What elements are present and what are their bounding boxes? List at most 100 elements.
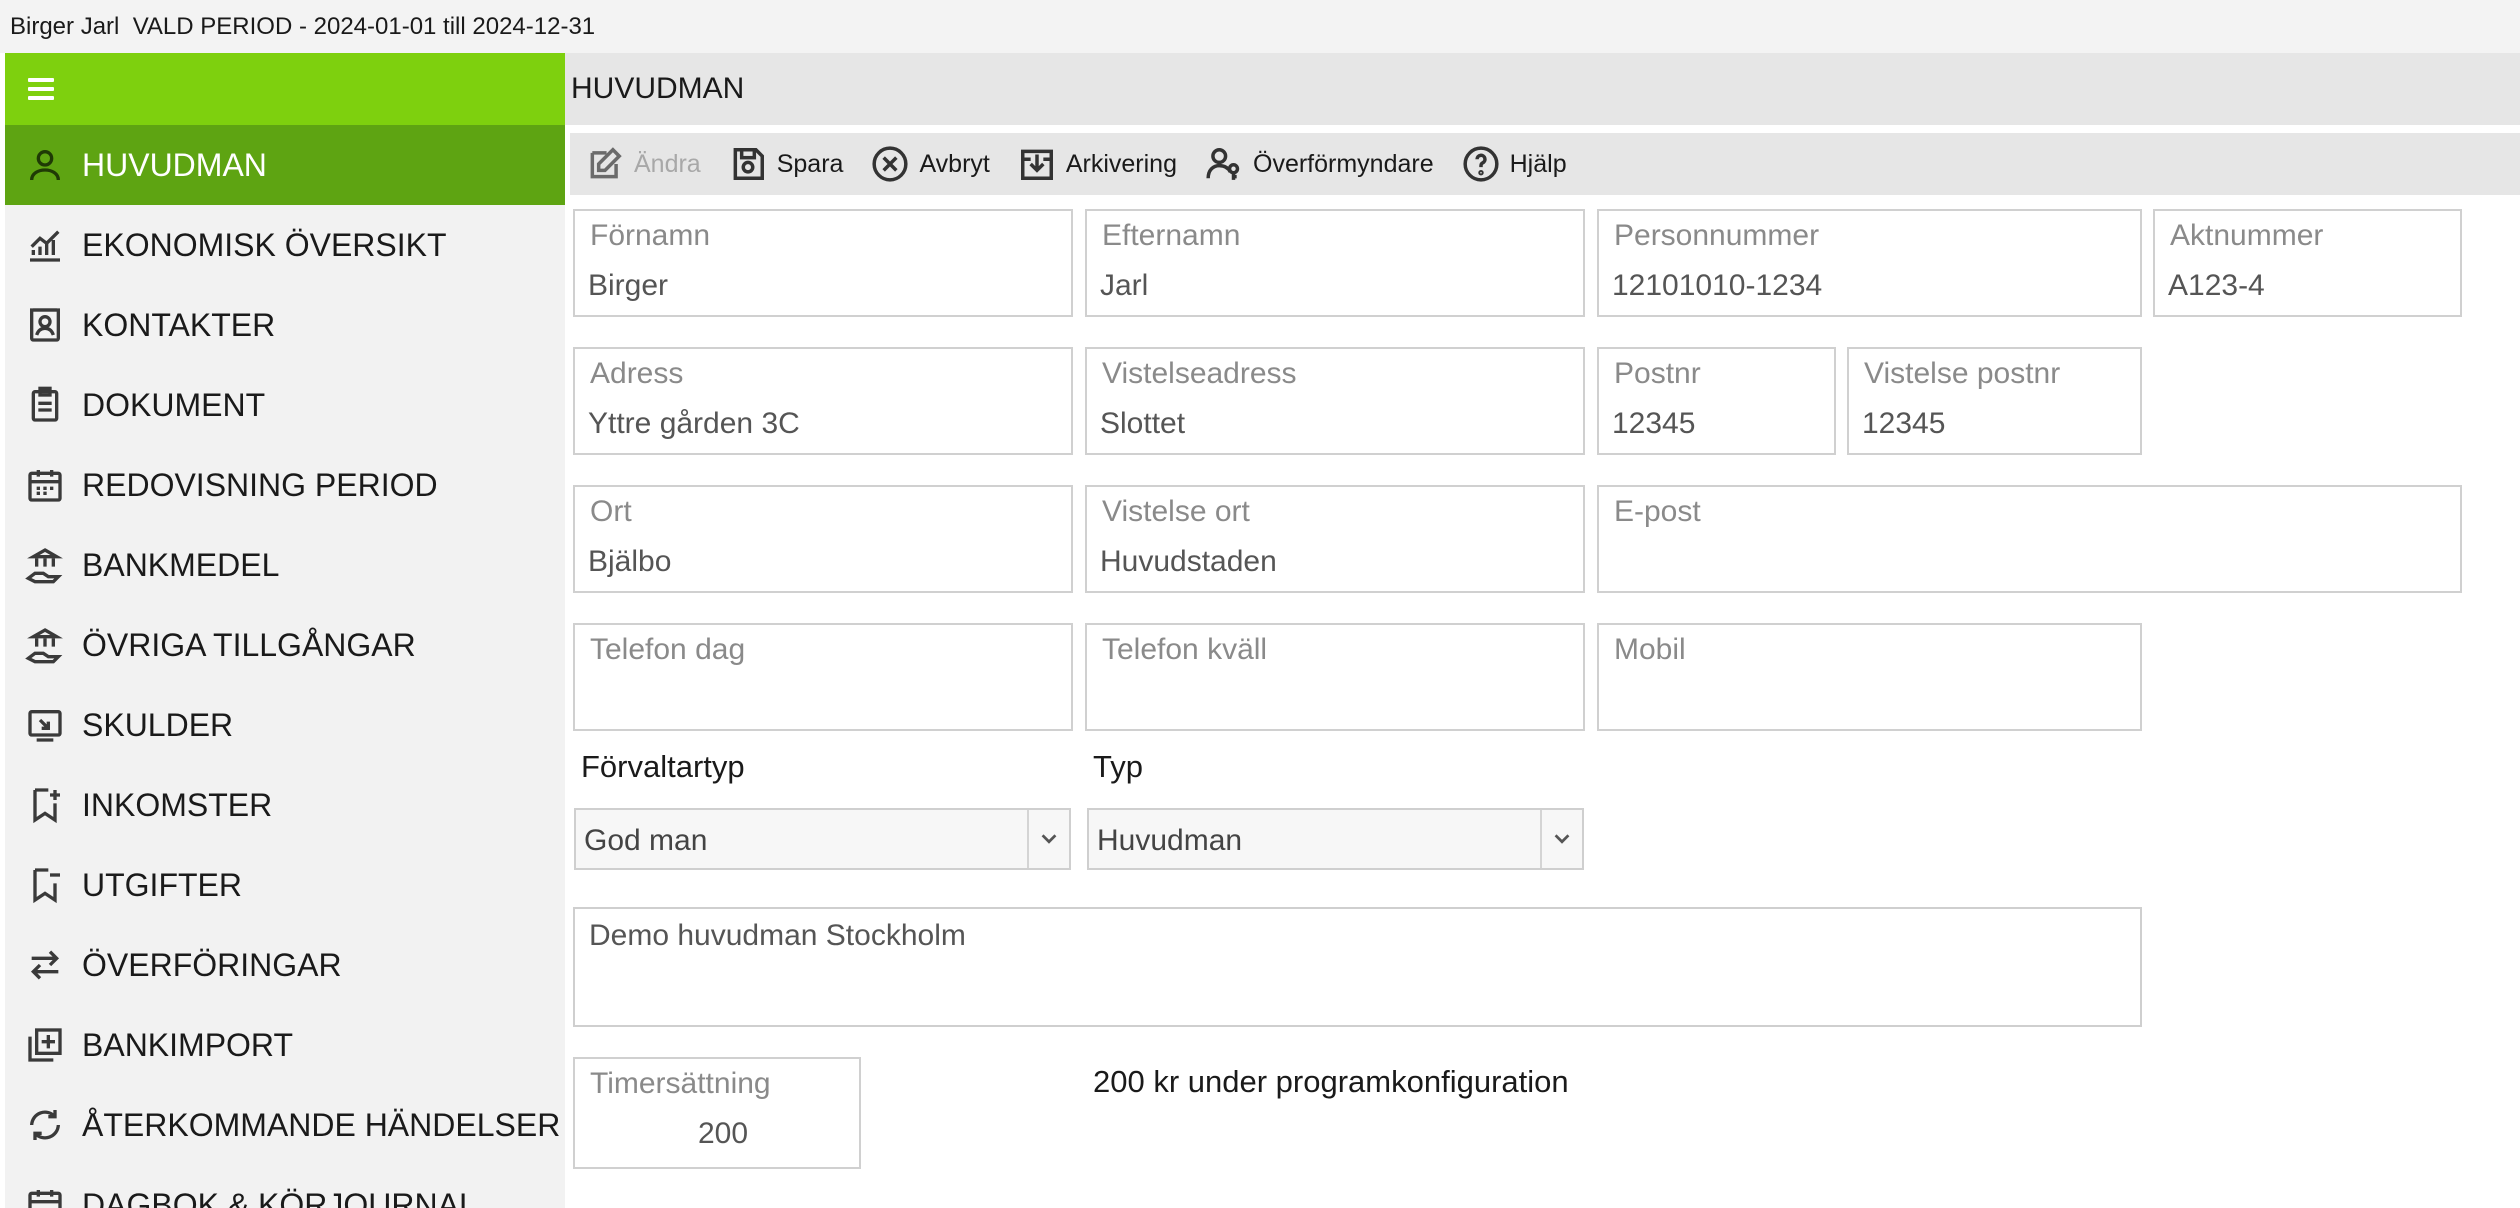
sidebar-item-label: DAGBOK & KÖRJOURNAL: [82, 1186, 477, 1208]
edit-button[interactable]: Ändra: [586, 145, 701, 183]
sidebar-item-skulder[interactable]: SKULDER: [5, 685, 565, 765]
clipboard-icon: [23, 383, 67, 427]
mobil-field[interactable]: Mobil: [1597, 623, 2142, 731]
save-button[interactable]: Spara: [729, 145, 843, 183]
forvaltartyp-label: Förvaltartyp: [581, 749, 745, 784]
archive-label: Arkivering: [1065, 149, 1177, 178]
sidebar-item-label: ÖVERFÖRINGAR: [82, 946, 342, 983]
aktnummer-field[interactable]: Aktnummer A123-4: [2153, 209, 2462, 317]
typ-select[interactable]: Huvudman: [1087, 808, 1584, 870]
sidebar-item-ekonomisk-oversikt[interactable]: EKONOMISK ÖVERSIKT: [5, 205, 565, 285]
contact-card-icon: [23, 303, 67, 347]
assets-hand-icon: [23, 623, 67, 667]
sidebar-item-label: SKULDER: [82, 706, 234, 743]
forvaltartyp-select[interactable]: God man: [574, 808, 1071, 870]
personnummer-value: 12101010-1234: [1612, 269, 1823, 302]
sidebar: HUVUDMAN EKONOMISK ÖVERSIKT KONTAKTER DOKUM…: [5, 53, 565, 1208]
timersattning-value: 200: [698, 1117, 749, 1150]
epost-label: E-post: [1614, 495, 1701, 528]
vistelseadress-value: Slottet: [1100, 407, 1186, 440]
sidebar-item-overforingar[interactable]: ÖVERFÖRINGAR: [5, 925, 565, 1005]
debt-icon: [23, 703, 67, 747]
vistelse-ort-field[interactable]: Vistelse ort Huvudstaden: [1085, 485, 1585, 593]
sidebar-item-utgifter[interactable]: UTGIFTER: [5, 845, 565, 925]
vistelse-postnr-label: Vistelse postnr: [1864, 357, 2061, 390]
sidebar-item-huvudman[interactable]: HUVUDMAN: [5, 125, 565, 205]
toolbar: Ändra Spara Avbryt Arkivering Överförmyn…: [570, 133, 2520, 195]
vistelse-postnr-value: 12345: [1862, 407, 1946, 440]
calendar-icon: [23, 463, 67, 507]
sidebar-item-dokument[interactable]: DOKUMENT: [5, 365, 565, 445]
sidebar-item-redovisning-period[interactable]: REDOVISNING PERIOD: [5, 445, 565, 525]
timersattning-field[interactable]: Timersättning 200: [573, 1057, 861, 1169]
postnr-value: 12345: [1612, 407, 1696, 440]
archive-button[interactable]: Arkivering: [1018, 145, 1177, 183]
sidebar-item-label: BANKMEDEL: [82, 546, 280, 583]
guardian-button[interactable]: Överförmyndare: [1205, 145, 1434, 183]
vistelseadress-label: Vistelseadress: [1102, 357, 1297, 390]
cancel-label: Avbryt: [919, 149, 990, 178]
sidebar-item-dagbok-and-korjournal[interactable]: DAGBOK & KÖRJOURNAL: [5, 1165, 565, 1208]
sidebar-item-aterkommande-handelser[interactable]: ÅTERKOMMANDE HÄNDELSER: [5, 1085, 565, 1165]
import-icon: [23, 1023, 67, 1067]
aktnummer-label: Aktnummer: [2170, 219, 2324, 252]
forvaltartyp-value: God man: [584, 824, 708, 857]
ort-label: Ort: [590, 495, 632, 528]
guardian-label: Överförmyndare: [1253, 149, 1434, 178]
efternamn-label: Efternamn: [1102, 219, 1241, 252]
sidebar-item-label: ÅTERKOMMANDE HÄNDELSER: [82, 1106, 561, 1143]
fornamn-field[interactable]: Förnamn Birger: [573, 209, 1073, 317]
vistelse-postnr-field[interactable]: Vistelse postnr 12345: [1847, 347, 2142, 455]
typ-value: Huvudman: [1097, 824, 1243, 857]
sidebar-item-bankmedel[interactable]: BANKMEDEL: [5, 525, 565, 605]
efternamn-field[interactable]: Efternamn Jarl: [1085, 209, 1585, 317]
menu-toggle-button[interactable]: [5, 53, 565, 125]
adress-field[interactable]: Adress Yttre gården 3C: [573, 347, 1073, 455]
chevron-down-icon[interactable]: [1027, 810, 1069, 868]
help-label: Hjälp: [1509, 149, 1567, 178]
adress-value: Yttre gården 3C: [588, 407, 800, 440]
sidebar-item-label: BANKIMPORT: [82, 1026, 293, 1063]
sidebar-item-inkomster[interactable]: INKOMSTER: [5, 765, 565, 845]
edit-label: Ändra: [634, 149, 701, 178]
sidebar-item-bankimport[interactable]: BANKIMPORT: [5, 1005, 565, 1085]
sidebar-item-label: ÖVRIGA TILLGÅNGAR: [82, 626, 416, 663]
mobil-label: Mobil: [1614, 633, 1686, 666]
sidebar-item-ovriga-tillgangar[interactable]: ÖVRIGA TILLGÅNGAR: [5, 605, 565, 685]
sidebar-item-label: INKOMSTER: [82, 786, 273, 823]
fornamn-value: Birger: [588, 269, 669, 302]
sidebar-item-label: KONTAKTER: [82, 306, 276, 343]
hamburger-icon: [28, 78, 54, 100]
telefon-dag-field[interactable]: Telefon dag: [573, 623, 1073, 731]
help-icon: [1463, 146, 1499, 182]
sidebar-nav: HUVUDMAN EKONOMISK ÖVERSIKT KONTAKTER DOKUM…: [5, 125, 565, 1208]
bank-hand-icon: [23, 543, 67, 587]
window-title: Birger Jarl VALD PERIOD - 2024-01-01 til…: [0, 0, 2520, 53]
ort-field[interactable]: Ort Bjälbo: [573, 485, 1073, 593]
telefon-kvall-label: Telefon kväll: [1102, 633, 1268, 666]
aktnummer-value: A123-4: [2168, 269, 2265, 302]
person-key-icon: [1206, 148, 1240, 180]
bookmark-remove-icon: [23, 863, 67, 907]
typ-label: Typ: [1093, 749, 1143, 784]
chevron-down-icon[interactable]: [1540, 810, 1582, 868]
recurring-icon: [23, 1103, 67, 1147]
page-title: HUVUDMAN: [565, 53, 2520, 125]
postnr-field[interactable]: Postnr 12345: [1597, 347, 1836, 455]
cancel-circle-icon: [872, 146, 909, 182]
telefon-kvall-field[interactable]: Telefon kväll: [1085, 623, 1585, 731]
vistelseadress-field[interactable]: Vistelseadress Slottet: [1085, 347, 1585, 455]
personnummer-field[interactable]: Personnummer 12101010-1234: [1597, 209, 2142, 317]
cancel-button[interactable]: Avbryt: [871, 145, 990, 183]
adress-label: Adress: [590, 357, 684, 390]
sidebar-item-kontakter[interactable]: KONTAKTER: [5, 285, 565, 365]
bookmark-add-icon: [23, 783, 67, 827]
timersattning-label: Timersättning: [590, 1067, 771, 1100]
notes-value: Demo huvudman Stockholm: [589, 919, 966, 952]
help-button[interactable]: Hjälp: [1462, 145, 1567, 183]
vistelse-ort-value: Huvudstaden: [1100, 545, 1277, 578]
fornamn-label: Förnamn: [590, 219, 711, 252]
epost-field[interactable]: E-post: [1597, 485, 2462, 593]
chart-icon: [23, 223, 67, 267]
notes-textarea[interactable]: Demo huvudman Stockholm: [573, 907, 2142, 1027]
